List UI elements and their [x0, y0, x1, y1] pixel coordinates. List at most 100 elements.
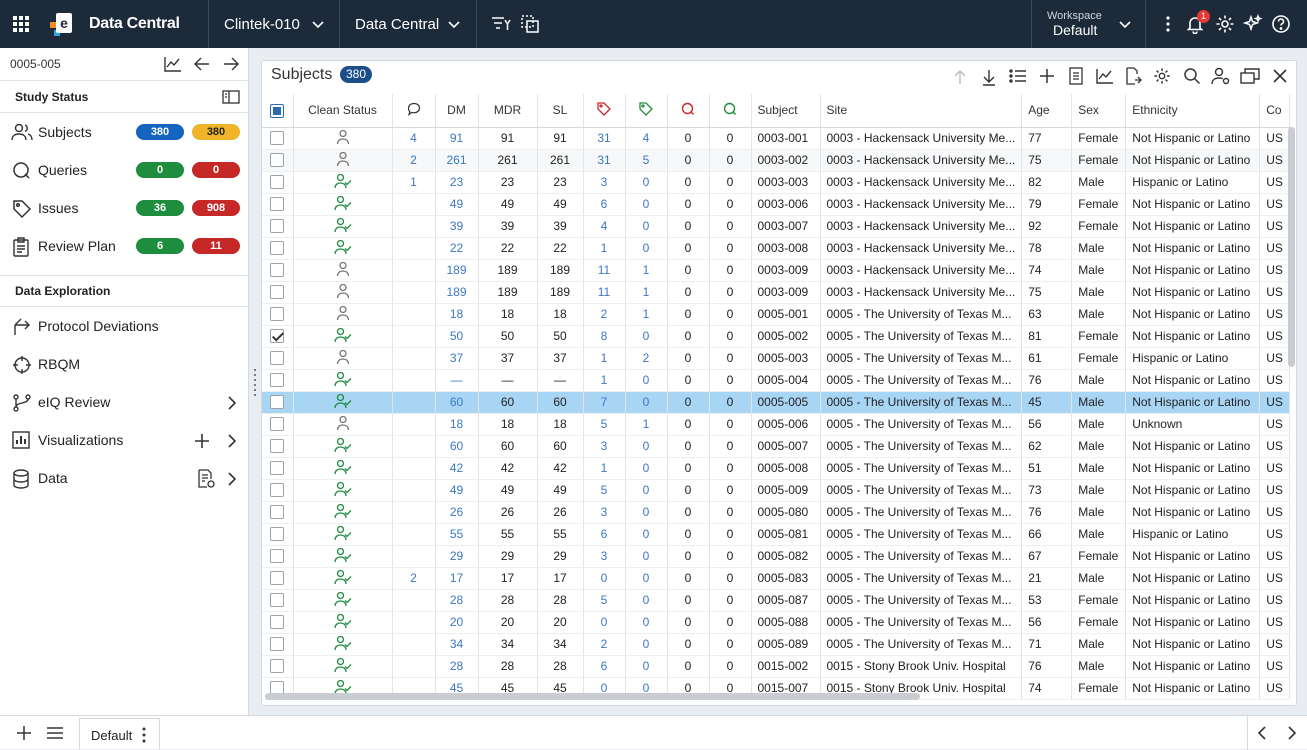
open-issues-count[interactable]: 1	[583, 347, 626, 370]
upload-icon[interactable]	[952, 68, 968, 89]
open-issues-count[interactable]: 6	[583, 523, 626, 546]
more-vert-icon[interactable]	[141, 727, 147, 746]
comment-count[interactable]	[392, 325, 436, 348]
row-select-cell[interactable]	[262, 435, 294, 458]
status-count-secondary[interactable]: 0	[192, 162, 240, 178]
open-issues-count[interactable]: 11	[583, 259, 626, 282]
comment-count[interactable]	[392, 303, 436, 326]
row-select-cell[interactable]	[262, 633, 294, 656]
table-row[interactable]: 50 50 50 8 0 0 0 0005-002 0005 - The University …	[262, 325, 1291, 348]
row-checkbox[interactable]	[270, 527, 285, 542]
open-issues-count[interactable]: 3	[583, 545, 626, 568]
closed-issues-count[interactable]: 0	[625, 523, 668, 546]
open-issues-count[interactable]: 4	[583, 215, 626, 238]
open-issues-count[interactable]: 1	[583, 237, 626, 260]
col-header-queries-open[interactable]	[667, 94, 710, 128]
row-select-cell[interactable]	[262, 501, 294, 524]
closed-issues-count[interactable]: 0	[625, 655, 668, 678]
previous-arrow-icon[interactable]	[193, 56, 211, 75]
open-issues-count[interactable]: 6	[583, 193, 626, 216]
trend-chart-icon[interactable]	[164, 56, 182, 75]
row-checkbox[interactable]	[270, 593, 285, 608]
comment-count[interactable]	[392, 391, 436, 414]
open-issues-count[interactable]: 5	[583, 479, 626, 502]
dm-count[interactable]: 23	[435, 171, 479, 194]
dm-count[interactable]: 18	[435, 413, 479, 436]
open-issues-count[interactable]: 3	[583, 435, 626, 458]
subject-id-cell[interactable]: 0005-006	[751, 413, 821, 436]
row-select-cell[interactable]	[262, 413, 294, 436]
workspace-dropdown[interactable]: Workspace Default	[1032, 0, 1145, 48]
table-row[interactable]: 42 42 42 1 0 0 0 0005-008 0005 - The University …	[262, 457, 1291, 480]
closed-issues-count[interactable]: 0	[625, 391, 668, 414]
table-row[interactable]: 18 18 18 2 1 0 0 0005-001 0005 - The University …	[262, 303, 1291, 326]
comment-count[interactable]	[392, 523, 436, 546]
closed-issues-count[interactable]: 0	[625, 545, 668, 568]
comment-count[interactable]	[392, 655, 436, 678]
close-icon[interactable]	[1272, 68, 1288, 87]
dm-count[interactable]: 17	[435, 567, 479, 590]
row-select-cell[interactable]	[262, 281, 294, 304]
row-checkbox[interactable]	[270, 439, 285, 454]
comment-count[interactable]	[392, 237, 436, 260]
comment-count[interactable]	[392, 259, 436, 282]
subject-id-cell[interactable]: 0003-002	[751, 149, 821, 172]
comment-count[interactable]	[392, 435, 436, 458]
row-checkbox[interactable]	[270, 307, 285, 322]
row-select-cell[interactable]	[262, 589, 294, 612]
resize-handle[interactable]	[253, 368, 257, 396]
panel-toggle-icon[interactable]	[222, 90, 240, 107]
subject-id-cell[interactable]: 0005-004	[751, 369, 821, 392]
status-item-subjects[interactable]: Subjects 380 380	[0, 113, 249, 151]
closed-issues-count[interactable]: 0	[625, 589, 668, 612]
row-select-cell[interactable]	[262, 193, 294, 216]
chevron-right-icon[interactable]	[227, 396, 237, 413]
comment-count[interactable]	[392, 589, 436, 612]
status-count-secondary[interactable]: 908	[192, 200, 240, 216]
document-icon[interactable]	[1068, 67, 1084, 88]
closed-issues-count[interactable]: 0	[625, 479, 668, 502]
col-header-comments[interactable]	[392, 94, 436, 128]
select-all-header[interactable]	[262, 94, 294, 128]
dm-count[interactable]: 42	[435, 457, 479, 480]
select-frame-icon[interactable]	[521, 0, 539, 48]
dm-count[interactable]: 28	[435, 655, 479, 678]
dm-count[interactable]: 261	[435, 149, 479, 172]
explore-item-rbqm[interactable]: RBQM	[0, 345, 249, 383]
subject-id-cell[interactable]: 0005-088	[751, 611, 821, 634]
closed-issues-count[interactable]: 5	[625, 149, 668, 172]
col-header-issues-closed[interactable]	[625, 94, 668, 128]
table-row[interactable]: 34 34 34 2 0 0 0 0005-089 0005 - The University …	[262, 633, 1291, 656]
subject-id-cell[interactable]: 0003-006	[751, 193, 821, 216]
row-checkbox[interactable]	[270, 263, 285, 278]
row-checkbox[interactable]	[270, 637, 285, 652]
subject-id-cell[interactable]: 0005-007	[751, 435, 821, 458]
col-header-clean-status[interactable]: Clean Status	[293, 94, 393, 128]
table-row[interactable]: 60 60 60 7 0 0 0 0005-005 0005 - The University …	[262, 391, 1291, 414]
menu-hamburger-icon[interactable]	[46, 726, 64, 743]
vertical-scrollbar-thumb[interactable]	[1288, 127, 1295, 367]
table-row[interactable]: 1 23 23 23 3 0 0 0 0003-003 0003 - Hackensack Uni…	[262, 171, 1291, 194]
open-issues-count[interactable]: 8	[583, 325, 626, 348]
table-row[interactable]: 49 49 49 5 0 0 0 0005-009 0005 - The University …	[262, 479, 1291, 502]
table-row[interactable]: 28 28 28 6 0 0 0 0015-002 0015 - Stony Brook Uni…	[262, 655, 1291, 678]
download-icon[interactable]	[981, 68, 997, 89]
row-select-cell[interactable]	[262, 127, 294, 150]
next-arrow-icon[interactable]	[222, 56, 240, 75]
closed-issues-count[interactable]: 0	[625, 215, 668, 238]
subject-id-cell[interactable]: 0005-087	[751, 589, 821, 612]
dm-count[interactable]: 60	[435, 391, 479, 414]
open-issues-count[interactable]: 7	[583, 391, 626, 414]
status-count-primary[interactable]: 6	[136, 238, 184, 254]
subject-id-cell[interactable]: 0005-005	[751, 391, 821, 414]
open-issues-count[interactable]: 3	[583, 501, 626, 524]
row-checkbox[interactable]	[270, 175, 285, 190]
row-select-cell[interactable]	[262, 567, 294, 590]
subject-id-cell[interactable]: 0005-001	[751, 303, 821, 326]
col-header-sl[interactable]: SL	[537, 94, 584, 128]
comment-count[interactable]: 2	[392, 567, 436, 590]
dm-count[interactable]: 34	[435, 633, 479, 656]
closed-issues-count[interactable]: 2	[625, 347, 668, 370]
explore-item-protocol-deviations[interactable]: Protocol Deviations	[0, 307, 249, 345]
search-icon[interactable]	[1183, 67, 1201, 88]
